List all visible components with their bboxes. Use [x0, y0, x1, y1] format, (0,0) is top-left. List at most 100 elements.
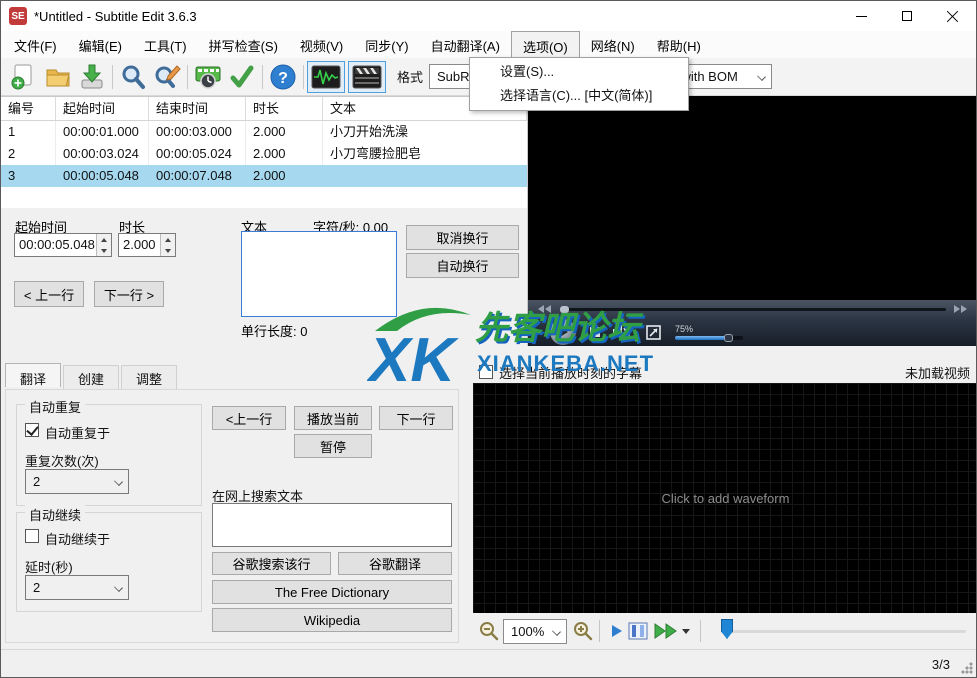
menu-item-tools[interactable]: 工具(T) [133, 31, 198, 58]
video-position-icon[interactable] [628, 622, 648, 640]
google-translate-button[interactable]: 谷歌翻译 [338, 552, 452, 575]
play-button[interactable] [550, 319, 576, 345]
select-current-subtitle-checkbox[interactable] [479, 365, 493, 379]
tab-translate[interactable]: 翻译 [5, 363, 61, 387]
play-icon [560, 327, 568, 337]
spellcheck-button[interactable] [225, 61, 259, 93]
auto-repeat-checkbox[interactable] [25, 423, 39, 437]
chevron-down-icon [114, 583, 123, 592]
column-header-end[interactable]: 结束时间 [149, 97, 246, 120]
seek-bar[interactable] [560, 308, 946, 311]
next-line-button[interactable]: 下一行 > [94, 281, 164, 307]
spellcheck-icon [228, 63, 256, 91]
start-time-stepper[interactable]: 00:00:05.048 [14, 233, 112, 257]
cell-end: 00:00:03.000 [149, 121, 246, 143]
minimize-button[interactable] [838, 1, 884, 31]
auto-continue-checkbox[interactable] [25, 529, 39, 543]
menu-item-video[interactable]: 视频(V) [289, 31, 354, 58]
menu-item-options[interactable]: 选项(O) [511, 31, 580, 58]
position-slider-thumb[interactable] [721, 619, 733, 639]
rewind-icon[interactable] [538, 305, 552, 313]
waveform-placeholder: Click to add waveform [662, 491, 790, 506]
repeat-count-combobox[interactable]: 2 [25, 469, 129, 494]
volume-icon[interactable] [612, 323, 634, 341]
position-slider-track[interactable] [731, 630, 966, 633]
auto-break-button[interactable]: 自动换行 [406, 253, 519, 278]
close-button[interactable] [930, 1, 976, 31]
chevron-down-icon[interactable] [682, 629, 690, 634]
app-window: SE *Untitled - Subtitle Edit 3.6.3 文件(F)… [0, 0, 977, 678]
forward-icon[interactable] [954, 305, 968, 313]
waveform-display[interactable]: Click to add waveform [473, 383, 977, 613]
google-search-button[interactable]: 谷歌搜索该行 [212, 552, 331, 575]
spin-down-icon[interactable] [161, 245, 175, 256]
volume-knob[interactable] [724, 334, 733, 342]
fast-forward-icon[interactable] [654, 623, 678, 639]
wikipedia-button[interactable]: Wikipedia [212, 608, 452, 632]
new-file-button[interactable] [7, 61, 41, 93]
visual-sync-icon [194, 63, 222, 91]
subtitle-text-input[interactable] [241, 231, 397, 317]
menu-item-file[interactable]: 文件(F) [3, 31, 68, 58]
spin-up-icon[interactable] [97, 234, 111, 245]
duration-stepper[interactable]: 2.000 [118, 233, 176, 257]
stop-button[interactable] [590, 327, 600, 337]
maximize-button[interactable] [884, 1, 930, 31]
menu-item-spellcheck[interactable]: 拼写检查(S) [198, 31, 289, 58]
free-dictionary-button[interactable]: The Free Dictionary [212, 580, 452, 604]
waveform-zoom-combobox[interactable]: 100% [503, 619, 567, 644]
resize-grip[interactable] [961, 662, 973, 674]
find-button[interactable] [116, 61, 150, 93]
next-line-button-bottom[interactable]: 下一行 [379, 406, 453, 430]
format-label: 格式 [397, 67, 423, 86]
menu-item-settings[interactable]: 设置(S)... [470, 60, 688, 84]
volume-percent-label: 75% [675, 324, 743, 334]
spin-up-icon[interactable] [161, 234, 175, 245]
spin-down-icon[interactable] [97, 245, 111, 256]
column-header-duration[interactable]: 时长 [246, 97, 323, 120]
play-current-button[interactable]: 播放当前 [294, 406, 372, 430]
previous-line-button[interactable]: < 上一行 [14, 281, 84, 307]
column-header-start[interactable]: 起始时间 [56, 97, 149, 120]
position-slider[interactable] [721, 613, 966, 649]
table-row[interactable]: 1 00:00:01.000 00:00:03.000 2.000 小刀开始洗澡 [1, 121, 527, 143]
volume-slider[interactable] [675, 336, 743, 340]
visual-sync-button[interactable] [191, 61, 225, 93]
menu-item-choose-language[interactable]: 选择语言(C)... [中文(简体)] [470, 84, 688, 108]
column-header-number[interactable]: 编号 [1, 97, 56, 120]
save-button[interactable] [75, 61, 109, 93]
tab-create[interactable]: 创建 [63, 365, 119, 389]
menu-item-edit[interactable]: 编辑(E) [68, 31, 133, 58]
menu-item-sync[interactable]: 同步(Y) [354, 31, 419, 58]
waveform-toggle-button[interactable] [307, 61, 345, 93]
zoom-out-icon[interactable] [479, 621, 499, 641]
zoom-in-icon[interactable] [573, 621, 593, 641]
replace-button[interactable] [150, 61, 184, 93]
video-display[interactable]: 75% [528, 96, 977, 346]
video-toggle-button[interactable] [348, 61, 386, 93]
app-icon: SE [9, 7, 27, 25]
fullscreen-icon[interactable] [646, 325, 661, 340]
tab-adjust[interactable]: 调整 [121, 365, 177, 389]
cell-end: 00:00:07.048 [149, 165, 246, 187]
open-file-button[interactable] [41, 61, 75, 93]
auto-continue-legend: 自动继续 [25, 505, 85, 524]
delay-combobox[interactable]: 2 [25, 575, 129, 600]
table-row[interactable]: 2 00:00:03.024 00:00:05.024 2.000 小刀弯腰捡肥… [1, 143, 527, 165]
table-row-selected[interactable]: 3 00:00:05.048 00:00:07.048 2.000 [1, 165, 527, 187]
pause-button[interactable]: 暂停 [294, 434, 372, 458]
toolbar-separator [112, 65, 113, 89]
menu-item-network[interactable]: 网络(N) [580, 31, 646, 58]
delay-label: 延时(秒) [25, 557, 73, 576]
cell-text [323, 165, 527, 187]
waveform-play-button[interactable] [612, 625, 622, 637]
web-search-input[interactable] [212, 503, 452, 547]
menu-item-help[interactable]: 帮助(H) [646, 31, 712, 58]
help-button[interactable]: ? [266, 61, 300, 93]
controls-separator [599, 620, 600, 642]
cell-start: 00:00:03.024 [56, 143, 149, 165]
seek-knob[interactable] [560, 306, 569, 313]
menu-item-autotranslate[interactable]: 自动翻译(A) [420, 31, 511, 58]
previous-line-button-bottom[interactable]: <上一行 [212, 406, 286, 430]
unbreak-button[interactable]: 取消换行 [406, 225, 519, 250]
